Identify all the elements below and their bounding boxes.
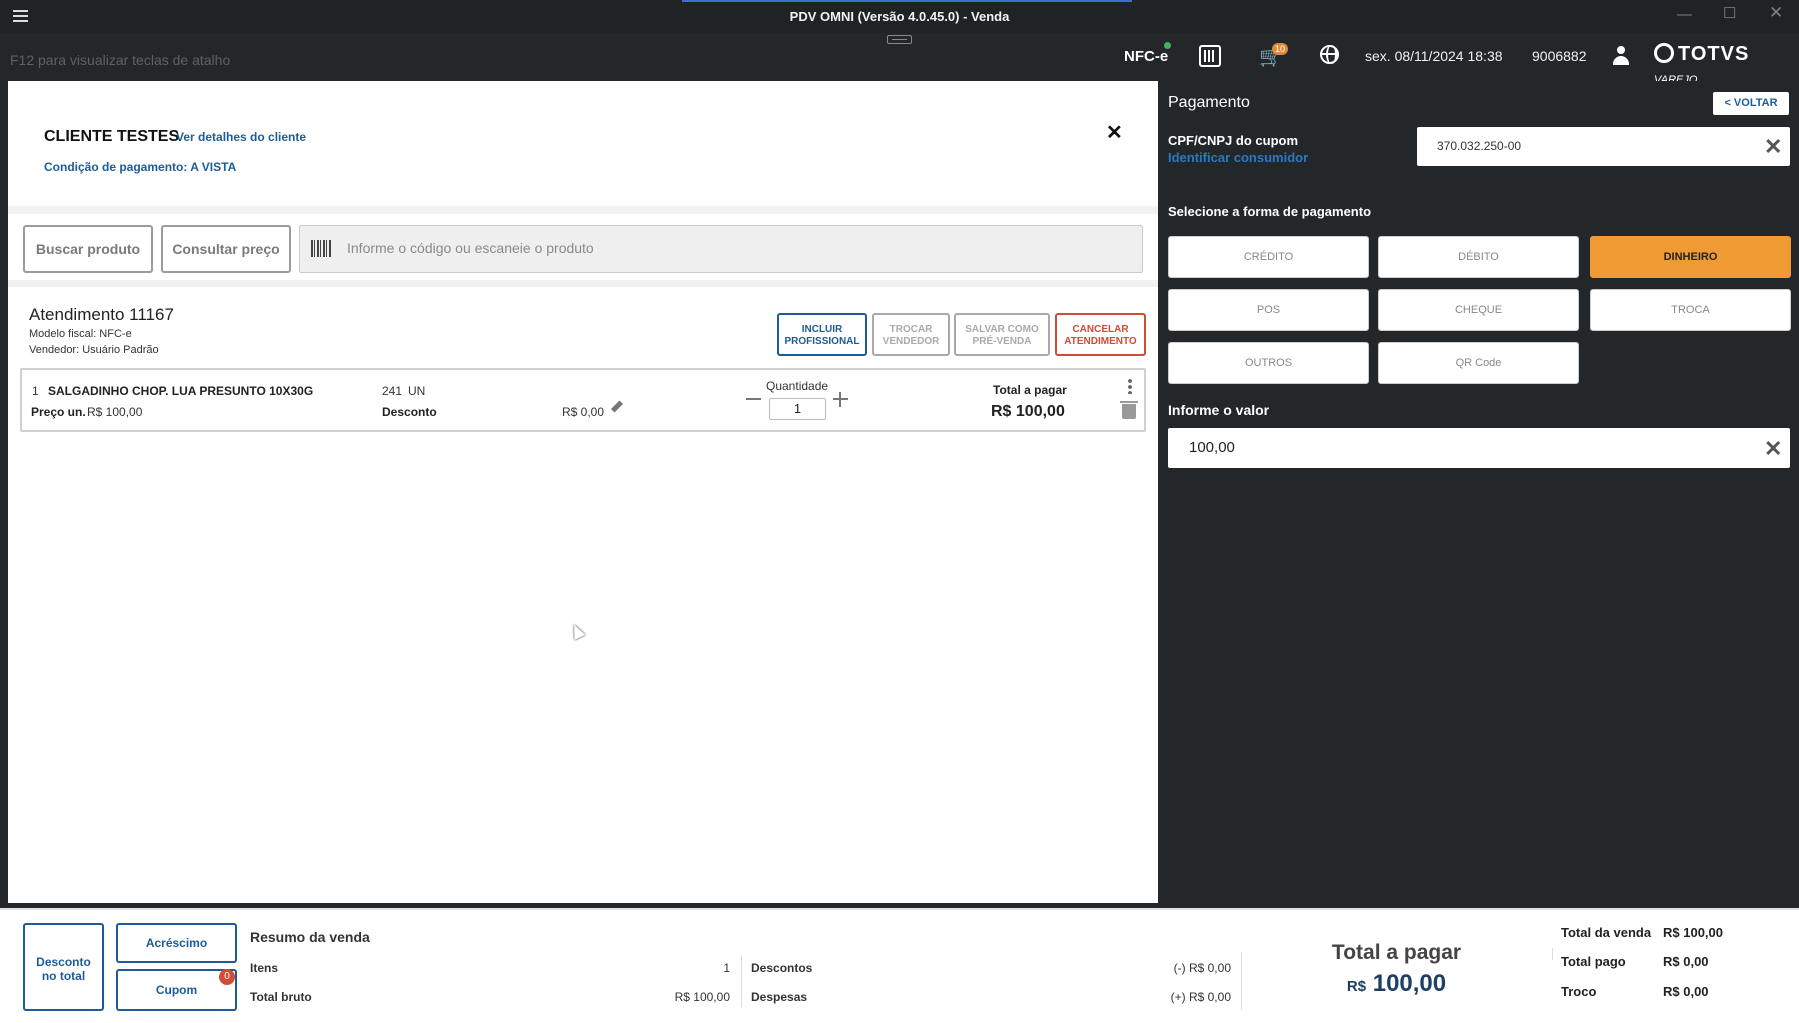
coupon-count-badge: 0: [219, 969, 235, 985]
drag-handle-icon[interactable]: [887, 35, 912, 44]
include-professional-button[interactable]: INCLUIR PROFISSIONAL: [777, 313, 867, 356]
payment-debito-button[interactable]: DÉBITO: [1378, 236, 1579, 278]
more-options-icon[interactable]: [1128, 378, 1132, 394]
close-window-icon[interactable]: ✕: [1769, 3, 1783, 23]
logo-ring-icon: [1654, 43, 1674, 63]
item-code: 241: [382, 384, 403, 398]
price-check-button[interactable]: Consultar preço: [161, 225, 291, 273]
discounts-value: (-) R$ 0,00: [1173, 961, 1231, 975]
shortcut-hint: F12 para visualizar teclas de atalho: [10, 52, 231, 68]
divider: [741, 955, 742, 1007]
expenses-value: (+) R$ 0,00: [1170, 990, 1231, 1004]
gross-total: R$ 100,00: [674, 990, 730, 1004]
cart-count-badge: 10: [1272, 43, 1289, 55]
cpf-value: 370.032.250-00: [1437, 139, 1522, 153]
discount-label: Desconto: [382, 405, 437, 419]
unit-price: R$ 100,00: [87, 405, 143, 419]
cart-item-row[interactable]: [20, 368, 1146, 432]
item-discount: R$ 0,00: [562, 405, 605, 419]
payment-method-label: Selecione a forma de pagamento: [1168, 204, 1372, 219]
title-accent: [682, 0, 1132, 2]
payment-credito-button[interactable]: CRÉDITO: [1168, 236, 1369, 278]
globe-icon[interactable]: [1320, 45, 1339, 64]
item-index: 1: [32, 384, 39, 398]
client-card: [8, 88, 1158, 206]
payment-title: Pagamento: [1168, 94, 1250, 111]
qr-code-icon[interactable]: [1199, 45, 1221, 67]
change-seller-button[interactable]: TROCAR VENDEDOR: [872, 313, 950, 356]
change-label: Troco: [1561, 984, 1597, 999]
sale-total-label: Total da venda: [1561, 925, 1652, 940]
decrease-quantity-icon[interactable]: [746, 398, 761, 400]
nfce-status-dot: [1164, 42, 1171, 49]
seller: Vendedor: Usuário Padrão: [29, 344, 159, 356]
gross-total-label: Total bruto: [250, 990, 312, 1004]
client-name: CLIENTE TESTES: [44, 128, 180, 145]
total-to-pay-label: Total a pagar: [1331, 941, 1462, 964]
total-to-pay: R$ 100,00: [1346, 970, 1447, 997]
item-unit: UN: [408, 384, 426, 398]
search-product-button[interactable]: Buscar produto: [23, 225, 153, 273]
cpf-label: CPF/CNPJ do cupom: [1168, 133, 1299, 148]
payment-cheque-button[interactable]: CHEQUE: [1378, 289, 1579, 331]
summary-title: Resumo da venda: [250, 929, 370, 945]
item-total-label: Total a pagar: [993, 383, 1067, 397]
total-discount-button[interactable]: Desconto no total: [23, 923, 104, 1011]
payment-pos-button[interactable]: POS: [1168, 289, 1369, 331]
increase-quantity-icon[interactable]: [833, 392, 848, 407]
clear-amount-icon[interactable]: ✕: [1764, 436, 1782, 462]
maximize-icon[interactable]: ☐: [1723, 4, 1736, 22]
sale-total: R$ 100,00: [1663, 925, 1723, 940]
payment-outros-button[interactable]: OUTROS: [1168, 342, 1369, 384]
amount-input[interactable]: [1168, 428, 1790, 468]
quantity-label: Quantidade: [766, 379, 829, 393]
quantity-input[interactable]: 1: [769, 398, 826, 420]
change-value: R$ 0,00: [1663, 984, 1709, 999]
payment-troca-button[interactable]: TROCA: [1590, 289, 1791, 331]
product-code-placeholder: Informe o código ou escaneie o produto: [347, 240, 594, 256]
divider: [8, 280, 1158, 287]
atendimento-title: Atendimento 11167: [29, 305, 174, 324]
payment-condition: Condição de pagamento: A VISTA: [44, 160, 237, 174]
nfce-label: NFC-e: [1124, 48, 1169, 65]
total-paid-label: Total pago: [1561, 954, 1626, 969]
close-client-icon[interactable]: ✕: [1106, 120, 1123, 145]
terminal-id: 9006882: [1532, 48, 1587, 64]
item-total: R$ 100,00: [991, 403, 1065, 420]
discounts-label: Descontos: [751, 961, 813, 975]
expenses-label: Despesas: [751, 990, 808, 1004]
items-count: 1: [723, 961, 730, 975]
items-label: Itens: [250, 961, 279, 975]
divider: [1552, 948, 1553, 960]
surcharge-button[interactable]: Acréscimo: [116, 923, 237, 963]
payment-dinheiro-button[interactable]: DINHEIRO: [1590, 236, 1791, 278]
minimize-icon[interactable]: —: [1677, 6, 1692, 23]
unit-price-label: Preço un.: [31, 405, 86, 419]
delete-item-trash-icon[interactable]: [1120, 401, 1138, 419]
amount-label: Informe o valor: [1168, 402, 1270, 418]
divider: [8, 206, 1158, 214]
item-name: SALGADINHO CHOP. LUA PRESUNTO 10X30G: [48, 384, 314, 398]
divider: [1241, 952, 1242, 1010]
client-details-link[interactable]: Ver detalhes do cliente: [176, 130, 306, 144]
barcode-icon: [311, 240, 332, 257]
save-presale-button[interactable]: SALVAR COMO PRÉ-VENDA: [954, 313, 1050, 356]
fiscal-model: Modelo fiscal: NFC-e: [29, 328, 132, 340]
amount-value: 100,00: [1189, 439, 1235, 456]
identify-consumer-link[interactable]: Identificar consumidor: [1168, 150, 1308, 165]
back-button[interactable]: < VOLTAR: [1713, 92, 1789, 115]
total-paid: R$ 0,00: [1663, 954, 1709, 969]
datetime: sex. 08/11/2024 18:38: [1365, 48, 1503, 64]
window-title: PDV OMNI (Versão 4.0.45.0) - Venda: [789, 9, 1010, 24]
user-icon[interactable]: [1612, 46, 1630, 66]
payment-qrcode-button[interactable]: QR Code: [1378, 342, 1579, 384]
cancel-service-button[interactable]: CANCELAR ATENDIMENTO: [1055, 313, 1146, 356]
clear-cpf-icon[interactable]: ✕: [1764, 134, 1782, 160]
